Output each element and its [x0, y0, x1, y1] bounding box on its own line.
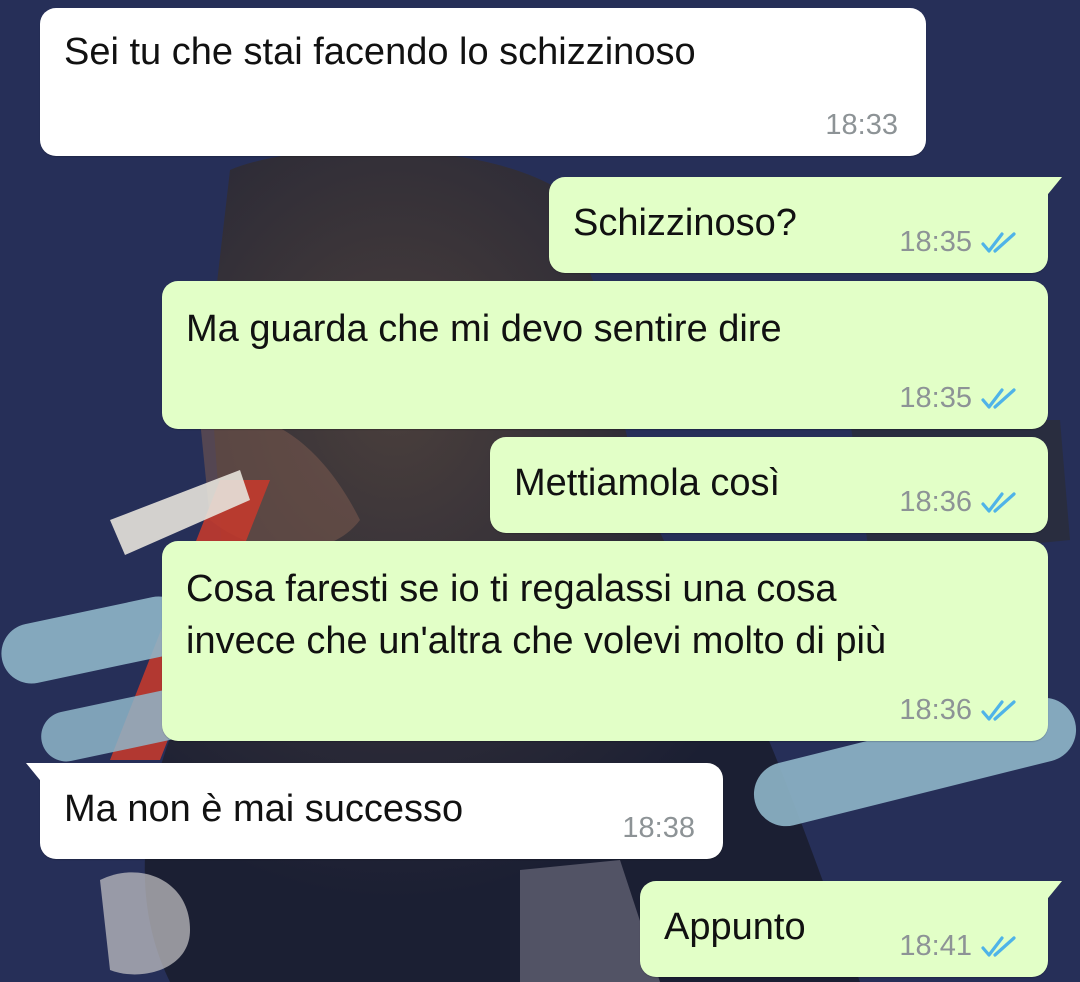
outgoing-message[interactable]: Appunto 18:41: [640, 881, 1062, 977]
outgoing-message[interactable]: Ma guarda che mi devo sentire dire 18:35: [162, 281, 1048, 429]
message-text: Mettiamola così: [514, 462, 781, 504]
message-time: 18:35: [899, 382, 972, 414]
double-check-icon: [980, 386, 1020, 412]
double-check-icon: [980, 490, 1020, 516]
double-check-icon: [980, 230, 1020, 256]
message-text: Ma non è mai successo: [64, 788, 464, 830]
bubble-tail: [1044, 881, 1062, 903]
double-check-icon: [980, 698, 1020, 724]
bubble-tail: [1044, 177, 1062, 199]
message-meta: 18:41: [899, 930, 1020, 963]
message-time: 18:36: [899, 694, 972, 726]
message-meta: 18:33: [825, 109, 898, 142]
message-meta: 18:36: [899, 694, 1020, 727]
message-text: Ma guarda che mi devo sentire dire: [186, 308, 782, 350]
message-text: Sei tu che stai facendo lo schizzinoso: [64, 31, 696, 73]
bubble-tail: [26, 763, 44, 785]
message-meta: 18:36: [899, 486, 1020, 519]
message-meta: 18:38: [622, 812, 695, 845]
message-text: Appunto: [664, 906, 806, 948]
incoming-message[interactable]: Ma non è mai successo 18:38: [26, 763, 723, 859]
message-text: Cosa faresti se io ti regalassi una cosa…: [186, 568, 887, 662]
outgoing-message[interactable]: Cosa faresti se io ti regalassi una cosa…: [162, 541, 1048, 741]
message-time: 18:36: [899, 486, 972, 518]
message-time: 18:38: [622, 812, 695, 844]
outgoing-message[interactable]: Mettiamola così 18:36: [490, 437, 1048, 533]
message-text: Schizzinoso?: [573, 202, 797, 244]
incoming-message[interactable]: Sei tu che stai facendo lo schizzinoso 1…: [40, 8, 926, 156]
message-time: 18:35: [899, 226, 972, 258]
message-meta: 18:35: [899, 226, 1020, 259]
message-meta: 18:35: [899, 382, 1020, 415]
message-time: 18:41: [899, 930, 972, 962]
double-check-icon: [980, 934, 1020, 960]
outgoing-message[interactable]: Schizzinoso? 18:35: [549, 177, 1062, 273]
message-time: 18:33: [825, 109, 898, 141]
